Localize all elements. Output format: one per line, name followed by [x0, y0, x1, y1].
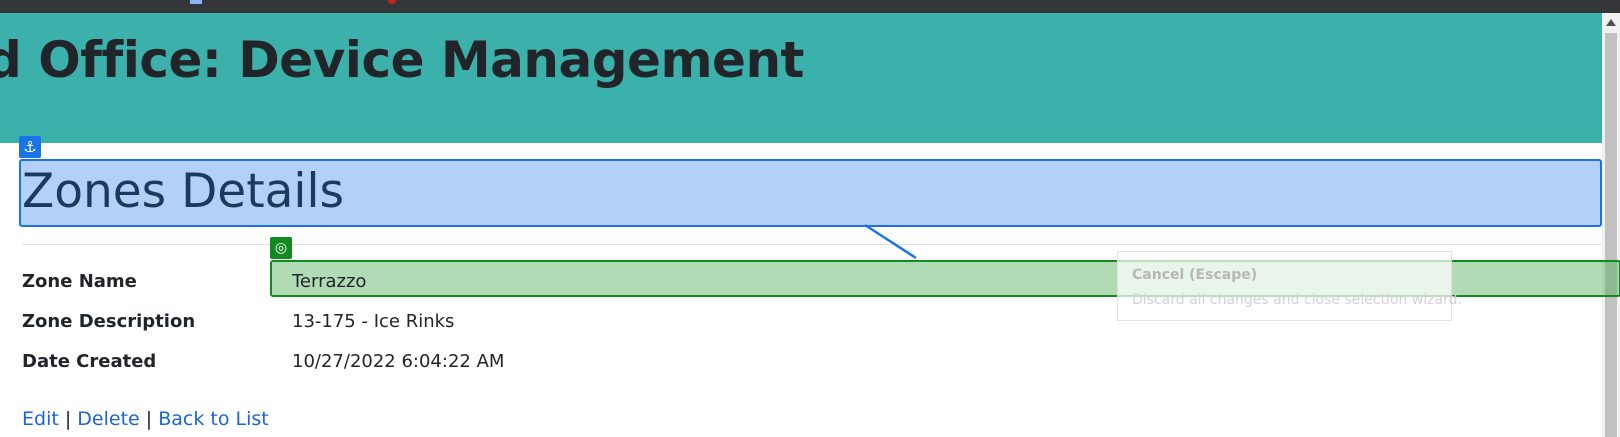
- tooltip-description: Discard all changes and close selection …: [1132, 292, 1462, 308]
- zone-name-label: Zone Name: [22, 271, 137, 292]
- date-created-value: 10/27/2022 6:04:22 AM: [292, 351, 505, 372]
- zone-name-value: Terrazzo: [292, 271, 367, 292]
- edit-link[interactable]: Edit: [22, 408, 59, 430]
- tooltip-title: Cancel (Escape): [1132, 267, 1258, 283]
- date-created-label: Date Created: [22, 351, 157, 372]
- back-to-list-link[interactable]: Back to List: [158, 408, 269, 430]
- anchor-icon[interactable]: ⚓: [19, 136, 41, 158]
- zone-description-label: Zone Description: [22, 311, 196, 332]
- cancel-tooltip: Cancel (Escape) Discard all changes and …: [1117, 251, 1462, 321]
- target-icon[interactable]: ◎: [270, 237, 292, 259]
- page-title: Zones Details: [22, 164, 345, 219]
- link-separator: |: [64, 408, 72, 430]
- zone-description-value: 13-175 - Ice Rinks: [292, 311, 455, 332]
- action-links: Edit | Delete | Back to List: [22, 408, 269, 430]
- delete-link[interactable]: Delete: [77, 408, 139, 430]
- link-separator: |: [145, 408, 153, 430]
